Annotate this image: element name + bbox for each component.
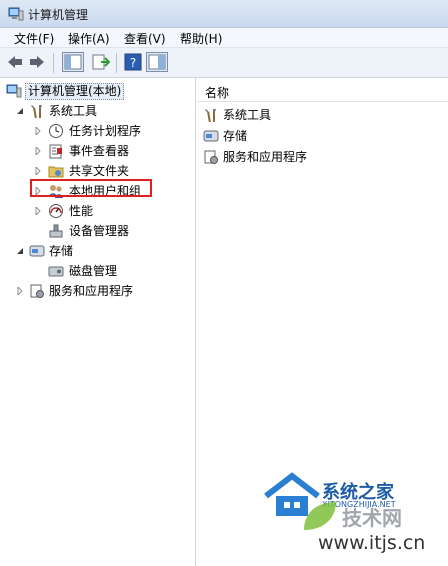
watermark-url: www.itjs.cn [318, 532, 426, 554]
expanded-arrow-icon[interactable] [16, 107, 24, 115]
watermark-logo-text: 技术网 [342, 506, 402, 530]
export-list-icon[interactable] [92, 53, 110, 71]
highlight-box [30, 179, 152, 197]
tree-label-services: 服务和应用程序 [49, 284, 134, 298]
toolbar-separator [116, 53, 117, 73]
tree-node-performance[interactable]: 性能 [34, 202, 174, 220]
show-action-pane-icon[interactable] [146, 52, 168, 72]
menu-bar: 文件(F) 操作(A) 查看(V) 帮助(H) [0, 28, 448, 48]
tree-label-system-tools: 系统工具 [49, 104, 98, 118]
window-title: 计算机管理 [28, 8, 89, 22]
collapsed-arrow-icon[interactable] [34, 127, 42, 135]
tree-label: 设备管理器 [69, 224, 130, 238]
expanded-arrow-icon[interactable] [16, 247, 24, 255]
tree-label: 性能 [69, 204, 94, 218]
tree-label-storage: 存储 [49, 244, 74, 258]
computer-management-icon [8, 7, 24, 21]
column-header-name[interactable]: 名称 [197, 82, 448, 102]
tree-node-task-scheduler[interactable]: 任务计划程序 [34, 122, 174, 140]
disk-icon [48, 266, 64, 277]
tools-icon [205, 109, 216, 123]
column-header-label: 名称 [205, 86, 230, 100]
device-manager-icon [49, 224, 63, 238]
event-viewer-icon [49, 144, 62, 159]
tree-node-services-apps[interactable]: 服务和应用程序 [16, 282, 176, 300]
menu-help[interactable]: 帮助(H) [180, 30, 222, 47]
list-item[interactable]: 系统工具 [203, 106, 403, 124]
toolbar: ? [0, 48, 448, 78]
shared-folder-icon [48, 166, 64, 178]
show-hide-tree-icon[interactable] [62, 52, 84, 72]
list-item[interactable]: 存储 [203, 127, 403, 145]
services-icon [30, 284, 44, 298]
tree-label-root: 计算机管理(本地) [25, 83, 125, 100]
forward-arrow-icon[interactable] [28, 53, 46, 71]
menu-file[interactable]: 文件(F) [14, 30, 54, 47]
tree-node-root[interactable]: 计算机管理(本地) [6, 82, 156, 100]
toolbar-separator [53, 53, 54, 73]
clock-icon [49, 124, 63, 138]
leaf-logo-icon [304, 502, 336, 530]
list-item-label: 服务和应用程序 [223, 150, 308, 164]
console-tree: 计算机管理(本地) 系统工具 任务计划程序 事件查看器 共享文件夹 本地用户和组… [0, 78, 196, 566]
list-item-label: 系统工具 [223, 108, 272, 122]
storage-icon [29, 245, 45, 257]
back-arrow-icon[interactable] [6, 53, 24, 71]
services-icon [204, 150, 218, 164]
tree-label: 事件查看器 [69, 144, 130, 158]
tools-icon [31, 105, 42, 119]
help-icon[interactable]: ? [124, 53, 142, 71]
tree-node-event-viewer[interactable]: 事件查看器 [34, 142, 174, 160]
list-item[interactable]: 服务和应用程序 [203, 148, 403, 166]
title-bar: 计算机管理 [0, 0, 448, 28]
tree-node-storage[interactable]: 存储 [16, 242, 136, 260]
collapsed-arrow-icon[interactable] [34, 147, 42, 155]
menu-view[interactable]: 查看(V) [124, 30, 166, 47]
list-item-label: 存储 [223, 129, 248, 143]
collapsed-arrow-icon[interactable] [34, 167, 42, 175]
tree-node-system-tools[interactable]: 系统工具 [16, 102, 136, 120]
tree-label: 共享文件夹 [69, 164, 130, 178]
collapsed-arrow-icon[interactable] [16, 287, 24, 295]
collapsed-arrow-icon[interactable] [34, 207, 42, 215]
tree-label: 任务计划程序 [69, 124, 142, 138]
tree-node-shared-folders[interactable]: 共享文件夹 [34, 162, 174, 180]
performance-gauge-icon [49, 204, 63, 218]
svg-text:?: ? [130, 56, 136, 70]
storage-icon [203, 130, 219, 142]
tree-label: 磁盘管理 [69, 264, 118, 278]
menu-action[interactable]: 操作(A) [68, 30, 110, 47]
tree-node-disk-management[interactable]: 磁盘管理 [34, 262, 174, 280]
tree-node-device-manager[interactable]: 设备管理器 [34, 222, 174, 240]
computer-management-icon [6, 84, 22, 98]
